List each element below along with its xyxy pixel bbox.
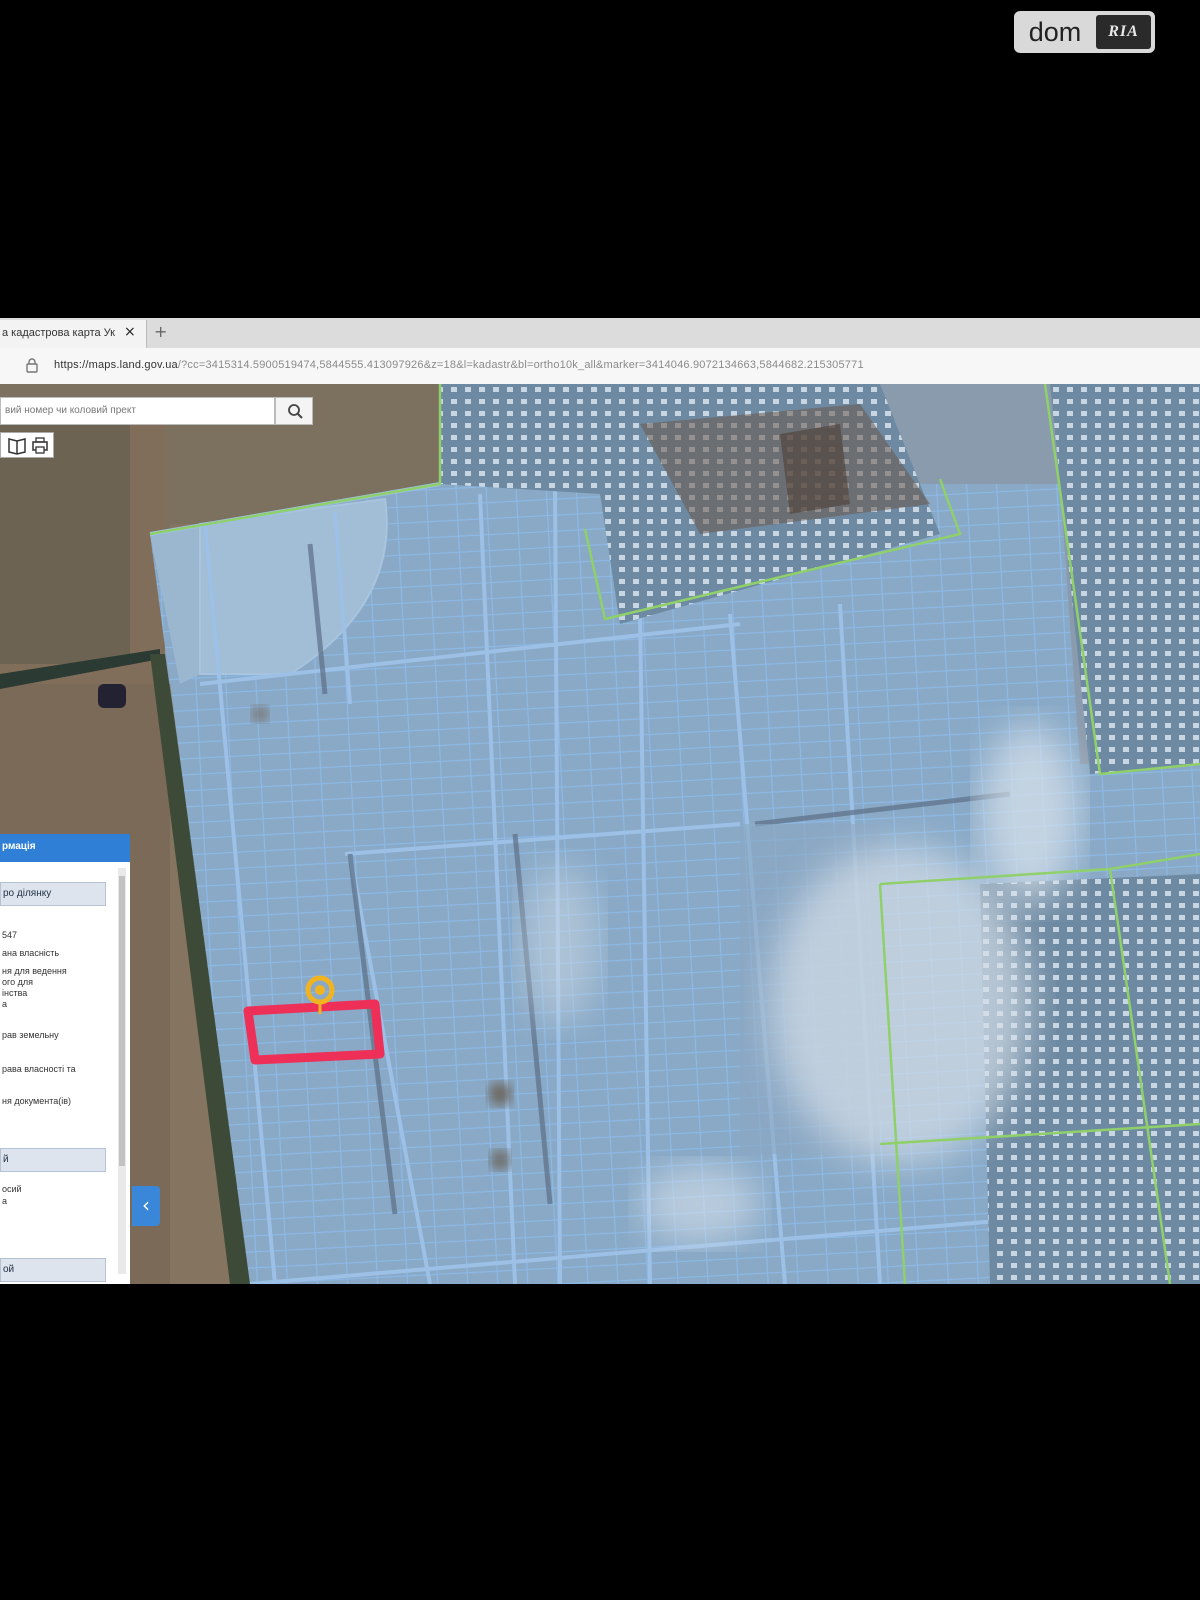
screenshot: а кадастрова карта Ук × + https://maps.l…	[0, 318, 1200, 1284]
panel-section-button-label: й	[3, 1154, 9, 1165]
panel-line: а	[2, 999, 8, 1009]
url-text[interactable]: https://maps.land.gov.ua/?cc=3415314.590…	[54, 359, 864, 371]
search-placeholder: вий номер чи коловий прект	[5, 405, 136, 416]
tab-title: а кадастрова карта Ук	[2, 327, 115, 339]
domria-watermark-logo: dom RIA	[1014, 11, 1155, 53]
panel-section-button[interactable]: й	[0, 1148, 106, 1172]
panel-line: ана власність	[2, 948, 60, 958]
watermark-dom: dom	[1028, 16, 1082, 47]
panel-header: рмація	[0, 834, 130, 862]
panel-line: інства	[2, 988, 28, 998]
chevron-left-icon: ‹	[142, 1193, 150, 1217]
scrollbar-thumb[interactable]	[119, 876, 125, 1166]
lock-icon	[26, 358, 38, 373]
parcel-info-button-label: ро ділянку	[3, 888, 52, 899]
book-icon[interactable]	[8, 438, 26, 455]
panel-line: ня для ведення	[2, 966, 67, 976]
panel-line: рава власності та	[2, 1064, 76, 1074]
map-tools	[0, 432, 54, 458]
panel-line: ого для	[2, 977, 33, 987]
new-tab-icon[interactable]: +	[154, 322, 167, 341]
panel-line: рав земельну	[2, 1030, 59, 1040]
watermark-ria: RIA	[1096, 15, 1151, 49]
panel-line: осий	[2, 1184, 22, 1194]
collapse-panel-button[interactable]: ‹	[132, 1186, 160, 1226]
panel-line: ня документа(ів)	[2, 1096, 72, 1106]
cadastral-map[interactable]	[0, 384, 1200, 1284]
url-host: https://maps.land.gov.ua	[54, 359, 178, 371]
search-button[interactable]	[275, 397, 313, 425]
panel-title: рмація	[2, 841, 36, 852]
panel-line: а	[2, 1196, 8, 1206]
panel-section-button[interactable]: ой	[0, 1258, 106, 1282]
url-query: /?cc=3415314.5900519474,5844555.41309792…	[177, 359, 864, 371]
tab-close-icon[interactable]: ×	[124, 324, 136, 340]
print-icon[interactable]	[32, 437, 48, 454]
cadastral-search-input[interactable]: вий номер чи коловий прект	[0, 397, 275, 425]
panel-section-button-label: ой	[3, 1264, 15, 1275]
search-icon	[288, 404, 303, 419]
panel-scrollbar[interactable]	[118, 868, 126, 1274]
panel-line: 547	[2, 930, 18, 940]
address-bar[interactable]: https://maps.land.gov.ua/?cc=3415314.590…	[0, 348, 1200, 385]
browser-tab[interactable]: а кадастрова карта Ук ×	[0, 320, 147, 348]
parcel-info-panel: рмація ро ділянку 547 ана власність ня д…	[0, 834, 130, 1284]
parcel-info-button[interactable]: ро ділянку	[0, 882, 106, 906]
browser-tab-bar: а кадастрова карта Ук × +	[0, 318, 1200, 348]
